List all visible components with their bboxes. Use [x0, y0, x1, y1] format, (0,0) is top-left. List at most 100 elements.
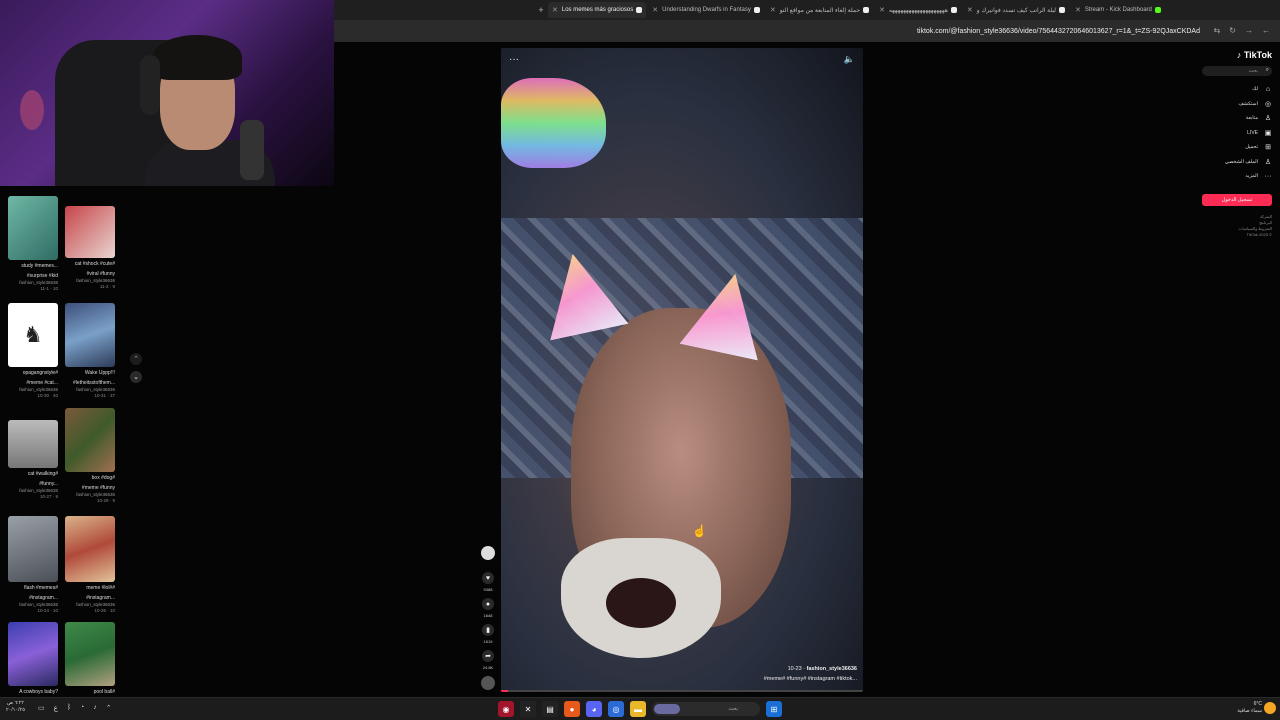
more-options-button[interactable]: ···	[509, 54, 519, 65]
browser-tab[interactable]: ✕ Stream - Kick Dashboard	[1071, 2, 1165, 18]
video-thumbnail[interactable]	[65, 206, 115, 258]
browser-tab[interactable]: ✕ ههههههههههههههههههههه	[875, 2, 961, 18]
search-input[interactable]: بحث ⌕	[1202, 66, 1272, 76]
volume-icon[interactable]: 🔈	[844, 54, 855, 65]
tiktok-logo[interactable]: ♪ TikTok	[1202, 50, 1272, 60]
live-icon: ▣	[1264, 129, 1272, 137]
list-item[interactable]: study #memes... #surprise #kid fashion_s…	[8, 196, 58, 292]
weather-widget[interactable]: 6°C سماء صافية	[1237, 701, 1262, 715]
back-icon[interactable]: ←	[1262, 26, 1270, 35]
video-thumbnail[interactable]	[8, 196, 58, 260]
video-thumbnail[interactable]	[8, 622, 58, 686]
comment-icon[interactable]: ●	[482, 598, 494, 610]
video-thumbnail[interactable]	[65, 408, 115, 472]
video-title: cat #walking#	[27, 471, 58, 477]
chrome-icon[interactable]: ◎	[608, 701, 624, 717]
video-title: Wake Uppp!!!	[84, 370, 115, 376]
close-icon[interactable]: ✕	[770, 6, 776, 14]
progress-bar[interactable]	[501, 690, 863, 692]
list-item[interactable]: cat #shock #cute# #viral #funny fashion_…	[65, 206, 115, 290]
forward-icon[interactable]: →	[1245, 26, 1253, 35]
list-item[interactable]: Wake Uppp!!! #letheitsstofthem... fashio…	[65, 303, 115, 399]
sound-disc-icon[interactable]	[481, 676, 495, 690]
streaming-app-icon[interactable]: ◉	[498, 701, 514, 717]
video-subtitle: #surprise #kid	[26, 273, 58, 279]
video-meta: 10-30 · 40	[37, 393, 58, 398]
author-avatar[interactable]	[481, 546, 495, 560]
video-meta: 11-2 · 9	[99, 284, 115, 289]
capcut-icon[interactable]: ✕	[520, 701, 536, 717]
obs-icon[interactable]: ●	[564, 701, 580, 717]
sidebar-item-explore[interactable]: استكشف ◎	[1202, 97, 1272, 112]
language-indicator[interactable]: ع	[54, 704, 58, 712]
bookmark-icon[interactable]: ▮	[482, 624, 494, 636]
tray-overflow-icon[interactable]: ⌃	[106, 704, 112, 712]
like-count: 9388	[483, 587, 493, 592]
browser-tab-bar: + ✕ Los memes más graciosos ✕ Understand…	[334, 0, 1280, 20]
copyright: TikTok 2025 ©	[1246, 231, 1272, 237]
browser-tab[interactable]: ✕ Los memes más graciosos	[548, 2, 647, 18]
sidebar-item-upload[interactable]: تحميل ⊞	[1202, 140, 1272, 155]
list-item[interactable]: box #dog# #meme #funny fashion_style3663…	[65, 408, 115, 504]
video-player[interactable]: ··· 🔈 10-23 · fashion_style36636 #meme# …	[501, 48, 863, 692]
upload-icon: ⊞	[1265, 144, 1271, 152]
video-thumbnail[interactable]	[8, 420, 58, 468]
tune-icon[interactable]: ⇆	[1214, 26, 1221, 35]
video-thumbnail[interactable]: ♞	[8, 303, 58, 367]
sidebar-item-more[interactable]: المزيد ···	[1202, 169, 1272, 184]
close-icon[interactable]: ✕	[879, 6, 885, 14]
url-text[interactable]: tiktok.com/@fashion_style36636/video/756…	[917, 28, 1200, 35]
list-item[interactable]: pool ball#	[65, 622, 115, 696]
windows-start-icon[interactable]: ⊞	[766, 701, 782, 717]
video-title: box #dog#	[91, 475, 115, 481]
sidebar-item-following[interactable]: متابعة ♙	[1202, 111, 1272, 126]
sidebar-item-live[interactable]: LIVE ▣	[1202, 126, 1272, 141]
video-subtitle: #instagram...	[86, 595, 115, 601]
tiktok-icon	[863, 7, 870, 13]
address-bar[interactable]: tiktok.com/@fashion_style36636/video/756…	[334, 20, 1280, 42]
browser-tab[interactable]: ✕ حملة إلغاء المتابعة من مواقع التو	[766, 2, 873, 18]
tab-title: ليلة الراتب كيف تسدد فواتيرك و	[976, 7, 1056, 14]
sidebar-item-profile[interactable]: الملف الشخصي ♙	[1202, 155, 1272, 170]
login-button[interactable]: تسجيل الدخول	[1202, 193, 1272, 206]
mouth-shape	[606, 578, 676, 628]
heart-icon[interactable]: ♥	[482, 572, 494, 584]
wifi-icon[interactable]: ◔	[80, 704, 84, 712]
video-thumbnail[interactable]	[65, 516, 115, 582]
list-item[interactable]: A cowboys baby?	[8, 622, 58, 696]
video-author-link[interactable]: fashion_style36636	[807, 666, 857, 672]
close-icon[interactable]: ✕	[652, 6, 658, 14]
video-meta: 10-29 · 9	[96, 498, 115, 503]
list-item[interactable]: flash #memes# #instagram... fashion_styl…	[8, 516, 58, 614]
clock[interactable]: ٦:٢٢ ص ٢٠/١٠/٢٥	[6, 700, 25, 714]
sidebar-item-for-you[interactable]: لك ⌂	[1202, 82, 1272, 97]
new-tab-button[interactable]: +	[534, 5, 548, 15]
close-icon[interactable]: ✕	[967, 6, 973, 14]
video-thumbnail[interactable]	[65, 303, 115, 367]
scroll-up-button[interactable]: ⌃	[130, 353, 142, 365]
tiktok-icon	[636, 7, 643, 13]
video-thumbnail[interactable]	[8, 516, 58, 582]
notification-icon[interactable]: ▭	[38, 704, 45, 712]
list-item[interactable]: meme #lol## #instagram... fashion_style3…	[65, 516, 115, 614]
list-item[interactable]: cat #walking# #funny... fashion_style366…	[8, 420, 58, 500]
scroll-down-button[interactable]: ⌄	[130, 371, 142, 383]
file-explorer-icon[interactable]: ▬	[630, 701, 646, 717]
following-icon: ♙	[1264, 115, 1272, 123]
browser-tab[interactable]: ✕ Understanding Dwarfs in Fantasy	[648, 2, 764, 18]
close-icon[interactable]: ✕	[1075, 6, 1081, 14]
list-item[interactable]: ♞ opagangnstyle# #meme #cat... fashion_s…	[8, 303, 58, 399]
profile-icon: ♙	[1264, 158, 1272, 166]
task-view-icon[interactable]: ▤	[542, 701, 558, 717]
discord-icon[interactable]: ◕	[586, 701, 602, 717]
bluetooth-icon[interactable]: ᛒ	[67, 704, 71, 712]
browser-tab[interactable]: ✕ ليلة الراتب كيف تسدد فواتيرك و	[963, 2, 1069, 18]
close-icon[interactable]: ✕	[552, 6, 558, 14]
share-icon[interactable]: ➦	[482, 650, 494, 662]
video-thumbnail[interactable]	[65, 622, 115, 686]
taskbar-search-input[interactable]: بحث	[652, 702, 760, 716]
volume-icon[interactable]: ♪	[93, 704, 97, 712]
video-meta: 10-31 · 37	[94, 393, 115, 398]
search-icon[interactable]: ⌕	[1266, 67, 1269, 74]
reload-icon[interactable]: ↻	[1229, 26, 1236, 35]
